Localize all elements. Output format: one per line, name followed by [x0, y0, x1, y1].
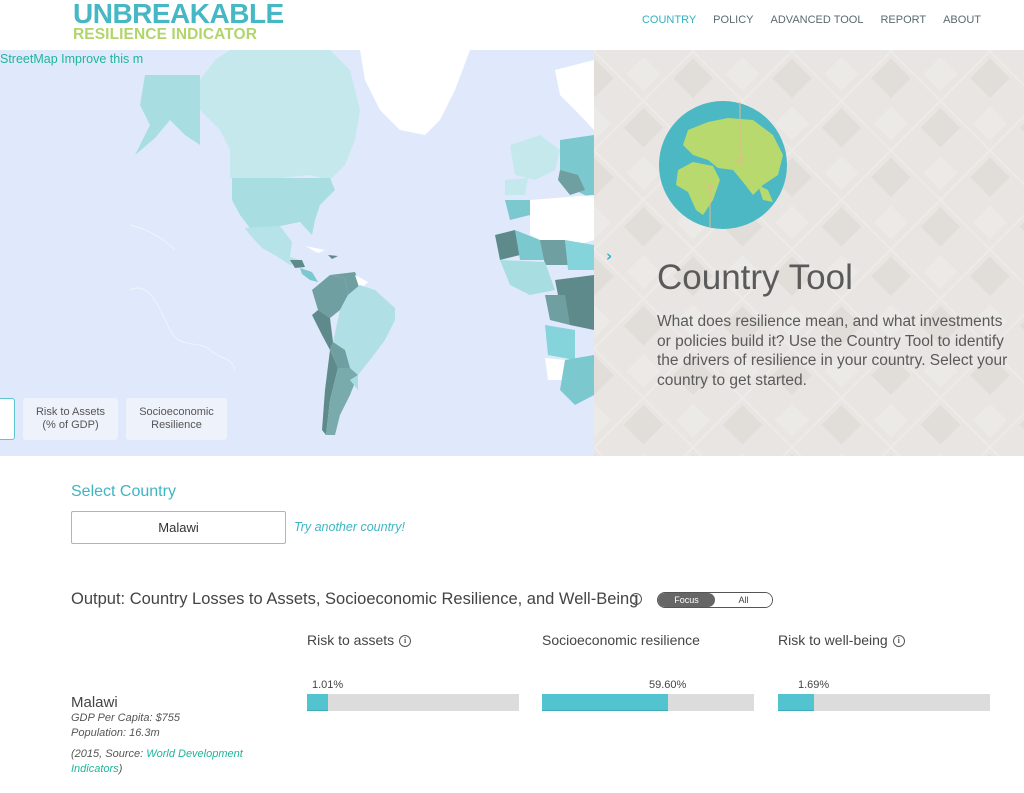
logo-subtitle: RESILIENCE INDICATOR	[73, 26, 257, 43]
map-layer-button-active[interactable]	[0, 398, 15, 440]
gdp-per-capita: GDP Per Capita: $755	[71, 712, 181, 724]
region-usa	[232, 178, 335, 235]
region-southern-africa	[560, 355, 594, 405]
metric-value: 1.69%	[798, 679, 830, 691]
info-icon[interactable]: i	[892, 635, 905, 648]
focus-all-toggle[interactable]: Focus All	[657, 592, 773, 608]
country-name: Malawi	[71, 694, 118, 711]
region-mexico	[245, 226, 300, 265]
progress-bar-fill	[542, 694, 669, 711]
region-cuba	[305, 246, 325, 253]
source-link[interactable]: World Development	[146, 748, 243, 760]
button-label-line2: Resilience	[151, 419, 202, 431]
logo[interactable]: UNBREAKABLE RESILIENCE INDICATOR	[73, 0, 284, 42]
metric-label: Risk to assets	[307, 632, 395, 648]
nav-about[interactable]: ABOUT	[943, 14, 981, 26]
map-attribution[interactable]: StreetMap Improve this m	[0, 52, 143, 66]
main-nav: COUNTRY POLICY ADVANCED TOOL REPORT ABOU…	[642, 14, 981, 26]
nav-country[interactable]: COUNTRY	[642, 14, 696, 26]
metric-value: 59.60%	[649, 679, 687, 691]
toggle-all[interactable]: All	[715, 593, 772, 607]
logo-title: UNBREAKABLE	[73, 0, 284, 29]
source-link-continued[interactable]: Indicators	[71, 763, 119, 775]
map-canvas[interactable]	[0, 50, 594, 456]
metric-socioeconomic-resilience: Socioeconomic resilience 59.60%	[542, 632, 754, 711]
progress-bar-fill	[307, 694, 329, 711]
region-angola	[545, 325, 575, 360]
world-map[interactable]: StreetMap Improve this m Risk to Assets …	[0, 50, 594, 456]
region-namibia	[545, 358, 565, 380]
region-iberia	[505, 178, 528, 195]
nav-advanced-tool[interactable]: ADVANCED TOOL	[771, 14, 864, 26]
progress-bar-fill	[778, 694, 814, 711]
region-alaska	[135, 75, 200, 155]
nav-policy[interactable]: POLICY	[713, 14, 753, 26]
region-chad	[565, 240, 594, 270]
chevron-right-icon[interactable]: ›	[606, 247, 612, 265]
population: Population: 16.3m	[71, 727, 160, 739]
region-scandinavia	[555, 60, 594, 130]
socioeconomic-resilience-layer-button[interactable]: Socioeconomic Resilience	[126, 398, 227, 440]
metric-label: Socioeconomic resilience	[542, 632, 700, 648]
region-guatemala	[290, 260, 305, 268]
progress-bar-track	[542, 694, 754, 711]
globe-icon	[659, 101, 787, 229]
region-greenland	[360, 50, 470, 135]
metric-risk-to-assets: Risk to assets i 1.01%	[307, 632, 519, 711]
info-icon[interactable]: i	[630, 593, 642, 605]
nav-report[interactable]: REPORT	[880, 14, 926, 26]
toggle-focus[interactable]: Focus	[658, 593, 715, 607]
metric-risk-to-well-being: Risk to well-being i 1.69%	[778, 632, 990, 711]
region-western-europe	[510, 135, 560, 180]
region-west-africa	[500, 260, 555, 295]
progress-bar-track	[307, 694, 519, 711]
risk-to-assets-layer-button[interactable]: Risk to Assets (% of GDP)	[23, 398, 118, 440]
button-label-line2: (% of GDP)	[42, 419, 99, 431]
data-source: (2015, Source: World Development Indicato…	[71, 747, 271, 777]
site-header: UNBREAKABLE RESILIENCE INDICATOR COUNTRY…	[0, 0, 1024, 50]
country-select[interactable]: Malawi	[71, 511, 286, 544]
region-pacific-islands	[129, 224, 236, 371]
source-suffix: )	[118, 763, 123, 775]
output-title: Output: Country Losses to Assets, Socioe…	[71, 590, 639, 608]
region-hispaniola	[328, 255, 338, 259]
try-another-country-link[interactable]: Try another country!	[294, 520, 405, 534]
metric-label: Risk to well-being	[778, 632, 888, 648]
region-canada	[200, 50, 360, 180]
info-icon[interactable]: i	[399, 635, 412, 648]
panel-description: What does resilience mean, and what inve…	[657, 313, 1008, 390]
metric-value: 1.01%	[312, 679, 344, 691]
button-label-line1: Risk to Assets	[35, 406, 106, 418]
panel-title: Country Tool	[657, 258, 853, 297]
source-prefix: (2015, Source:	[71, 748, 147, 760]
region-niger	[540, 240, 568, 265]
region-morocco	[505, 200, 530, 220]
button-label-line1: Socioeconomic	[139, 406, 214, 418]
country-tool-panel: › Country Tool What does resilience mean…	[594, 50, 1024, 456]
select-country-label: Select Country	[71, 483, 176, 500]
region-central-america	[300, 268, 318, 282]
progress-bar-track	[778, 694, 990, 711]
